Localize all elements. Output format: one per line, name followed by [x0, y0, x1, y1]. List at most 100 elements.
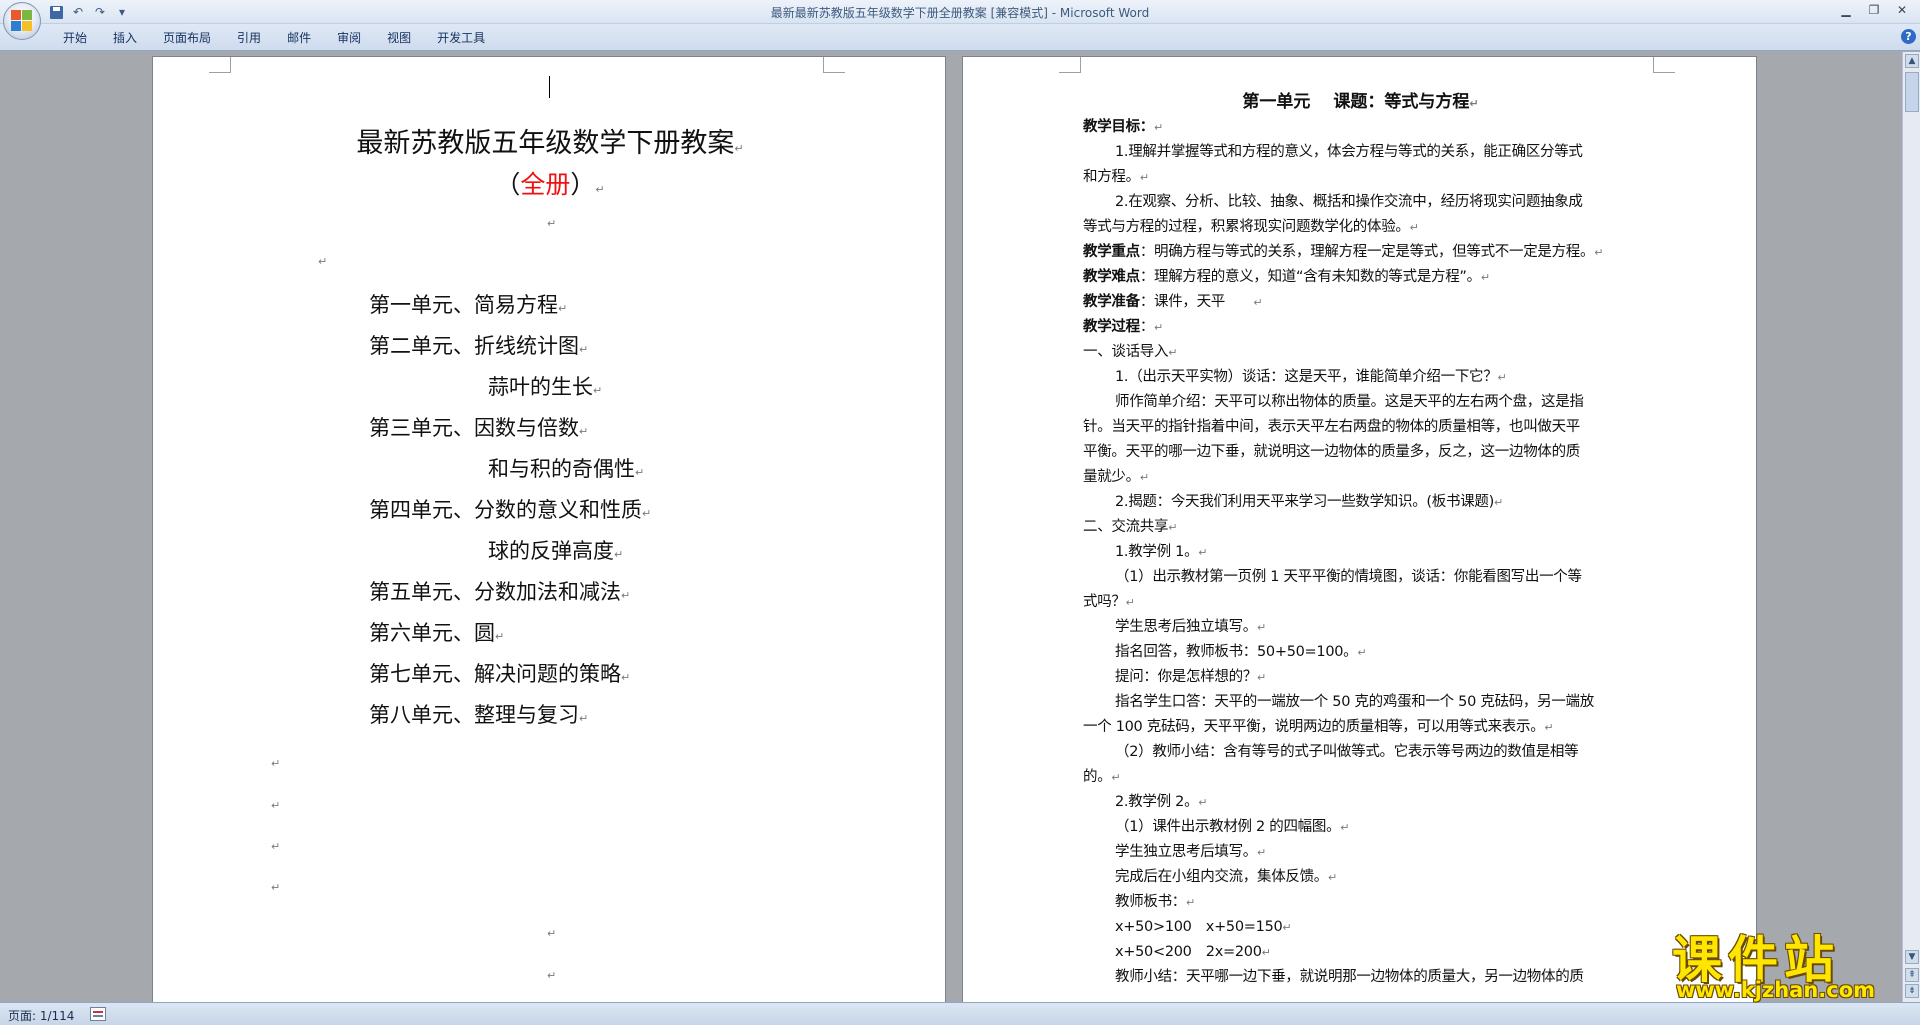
- tab-developer[interactable]: 开发工具: [424, 29, 498, 47]
- text-line: 1.（出示天平实物）谈话：这是天平，谁能简单介绍一下它？↵: [1115, 369, 1507, 385]
- paragraph-mark: ↵: [271, 799, 281, 812]
- document-title: 最新苏教版五年级数学下册教案↵: [356, 128, 744, 159]
- section-heading: 二、交流共享↵: [1083, 519, 1178, 535]
- paragraph-mark: ↵: [271, 757, 281, 770]
- tab-page-layout[interactable]: 页面布局: [150, 29, 224, 47]
- ribbon: 开始 插入 页面布局 引用 邮件 审阅 视图 开发工具 ?: [0, 24, 1920, 51]
- key-point-line: 教学重点：明确方程与等式的关系，理解方程一定是等式，但等式不一定是方程。↵: [1083, 244, 1604, 260]
- arrow-up-icon: ▲: [1908, 56, 1916, 66]
- arrow-down-icon: ▼: [1908, 952, 1916, 962]
- office-logo-icon: [11, 10, 33, 32]
- double-down-icon: ⇟: [1908, 986, 1916, 996]
- process-label: 教学过程：↵: [1083, 319, 1163, 335]
- text-line: 2.教学例 2。↵: [1115, 794, 1208, 810]
- text-line: 和方程。↵: [1083, 169, 1149, 185]
- text-line: 平衡。天平的哪一边下垂，就说明这一边物体的质量多，反之，这一边物体的质: [1083, 444, 1580, 460]
- tab-insert[interactable]: 插入: [100, 29, 150, 47]
- tab-references[interactable]: 引用: [224, 29, 274, 47]
- toc-subitem: 蒜叶的生长↵: [488, 375, 603, 399]
- text-line: 式吗？↵: [1083, 594, 1135, 610]
- text-line: 指名回答，教师板书：50+50=100。↵: [1115, 644, 1367, 660]
- paragraph-mark: ↵: [271, 840, 281, 853]
- close-icon: ✕: [1896, 3, 1908, 17]
- section-heading: 一、谈话导入↵: [1083, 344, 1178, 360]
- scroll-thumb[interactable]: [1905, 72, 1919, 112]
- paragraph-mark: ↵: [547, 217, 557, 230]
- toc-item: 第八单元、整理与复习↵: [369, 703, 589, 727]
- text-line: x+50>100 x+50=150↵: [1115, 919, 1292, 935]
- text-line: 学生思考后独立填写。↵: [1115, 619, 1266, 635]
- text-line: 教师板书：↵: [1115, 894, 1195, 910]
- text-line: （1）课件出示教材例 2 的四幅图。↵: [1115, 819, 1350, 835]
- page-count[interactable]: 页面: 1/114: [8, 1007, 74, 1024]
- text-line: （2）教师小结：含有等号的式子叫做等式。它表示等号两边的数值是相等: [1115, 744, 1579, 760]
- maximize-icon: ❐: [1868, 3, 1880, 17]
- redo-button[interactable]: ↷: [92, 4, 108, 20]
- watermark: 课件站 www.kjzhan.com: [1670, 920, 1902, 1002]
- document-page-1[interactable]: 最新苏教版五年级数学下册教案↵ （全册）↵ ↵ ↵ 第一单元、简易方程↵ 第二单…: [152, 56, 946, 1002]
- ribbon-tabs: 开始 插入 页面布局 引用 邮件 审阅 视图 开发工具: [50, 29, 498, 47]
- text-line: 1.理解并掌握等式和方程的意义，体会方程与等式的关系，能正确区分等式: [1115, 144, 1583, 160]
- crop-mark: [209, 57, 231, 73]
- tab-review[interactable]: 审阅: [324, 29, 374, 47]
- teaching-goal-label: 教学目标：↵: [1083, 119, 1163, 135]
- tab-home[interactable]: 开始: [50, 29, 100, 47]
- paragraph-mark: ↵: [547, 969, 557, 982]
- text-line: 一个 100 克砝码，天平平衡，说明两边的质量相等，可以用等式来表示。↵: [1083, 719, 1554, 735]
- maximize-button[interactable]: ❐: [1860, 0, 1888, 20]
- double-up-icon: ⇞: [1908, 970, 1916, 980]
- watermark-url: www.kjzhan.com: [1676, 978, 1876, 1002]
- text-line: （1）出示教材第一页例 1 天平平衡的情境图，谈话：你能看图写出一个等: [1115, 569, 1582, 585]
- toc-item: 第三单元、因数与倍数↵: [369, 416, 589, 440]
- text-line: 学生独立思考后填写。↵: [1115, 844, 1266, 860]
- paragraph-mark: ↵: [318, 255, 328, 268]
- next-page-button[interactable]: ⇟: [1905, 984, 1919, 998]
- text-line: 的。↵: [1083, 769, 1121, 785]
- text-line: x+50<200 2x=200↵: [1115, 944, 1271, 960]
- toc-item: 第六单元、圆↵: [369, 621, 505, 645]
- scroll-down-button[interactable]: ▼: [1905, 950, 1919, 964]
- crop-mark: [1059, 57, 1081, 73]
- document-subtitle: （全册）↵: [495, 170, 605, 199]
- customize-qat-button[interactable]: ▾: [114, 4, 130, 20]
- text-line: 师作简单介绍：天平可以称出物体的质量。这是天平的左右两个盘，这是指: [1115, 394, 1584, 410]
- text-line: 等式与方程的过程，积累将现实问题数学化的体验。↵: [1083, 219, 1419, 235]
- document-workspace[interactable]: 最新苏教版五年级数学下册教案↵ （全册）↵ ↵ ↵ 第一单元、简易方程↵ 第二单…: [0, 52, 1900, 1002]
- text-line: 量就少。↵: [1083, 469, 1149, 485]
- scroll-up-button[interactable]: ▲: [1905, 54, 1919, 68]
- toc-item: 第二单元、折线统计图↵: [369, 334, 589, 358]
- save-icon: [49, 5, 63, 19]
- office-button[interactable]: [3, 2, 41, 40]
- text-line: 指名学生口答：天平的一端放一个 50 克的鸡蛋和一个 50 克砝码，另一端放: [1115, 694, 1594, 710]
- text-line: 提问：你是怎样想的？↵: [1115, 669, 1266, 685]
- document-page-2[interactable]: 第一单元 课题：等式与方程↵ 教学目标：↵ 1.理解并掌握等式和方程的意义，体会…: [962, 56, 1757, 1002]
- help-icon[interactable]: ?: [1901, 29, 1916, 44]
- toc-subitem: 和与积的奇偶性↵: [488, 457, 645, 481]
- title-bar: ↶ ↷ ▾ 最新最新苏教版五年级数学下册全册教案 [兼容模式] - Micros…: [0, 0, 1920, 24]
- close-button[interactable]: ✕: [1888, 0, 1916, 20]
- toc-item: 第七单元、解决问题的策略↵: [369, 662, 631, 686]
- window-title: 最新最新苏教版五年级数学下册全册教案 [兼容模式] - Microsoft Wo…: [770, 6, 1150, 20]
- toc-item: 第五单元、分数加法和减法↵: [369, 580, 631, 604]
- text-cursor: [549, 76, 550, 98]
- proofing-icon[interactable]: [90, 1007, 106, 1021]
- toc-item: 第一单元、简易方程↵: [369, 293, 568, 317]
- crop-mark: [823, 57, 845, 73]
- save-button[interactable]: [48, 4, 64, 20]
- undo-button[interactable]: ↶: [70, 4, 86, 20]
- paragraph-mark: ↵: [271, 881, 281, 894]
- tab-mailings[interactable]: 邮件: [274, 29, 324, 47]
- text-line: 针。当天平的指针指着中间，表示天平左右两盘的物体的质量相等，也叫做天平: [1083, 419, 1580, 435]
- vertical-scrollbar[interactable]: ▲ ▼ ⇞ ⇟: [1902, 52, 1920, 1002]
- subtitle-highlight: 全册: [520, 170, 571, 199]
- previous-page-button[interactable]: ⇞: [1905, 968, 1919, 982]
- text-line: 2.揭题：今天我们利用天平来学习一些数学知识。(板书课题)↵: [1115, 494, 1503, 510]
- text-line: 2.在观察、分析、比较、抽象、概括和操作交流中，经历将现实问题抽象成: [1115, 194, 1583, 210]
- text-line: 1.教学例 1。↵: [1115, 544, 1208, 560]
- tab-view[interactable]: 视图: [374, 29, 424, 47]
- crop-mark: [1653, 57, 1675, 73]
- toc-subitem: 球的反弹高度↵: [488, 539, 624, 563]
- toc-item: 第四单元、分数的意义和性质↵: [369, 498, 652, 522]
- window-controls: ▁ ❐ ✕: [1832, 0, 1916, 20]
- minimize-button[interactable]: ▁: [1832, 0, 1860, 20]
